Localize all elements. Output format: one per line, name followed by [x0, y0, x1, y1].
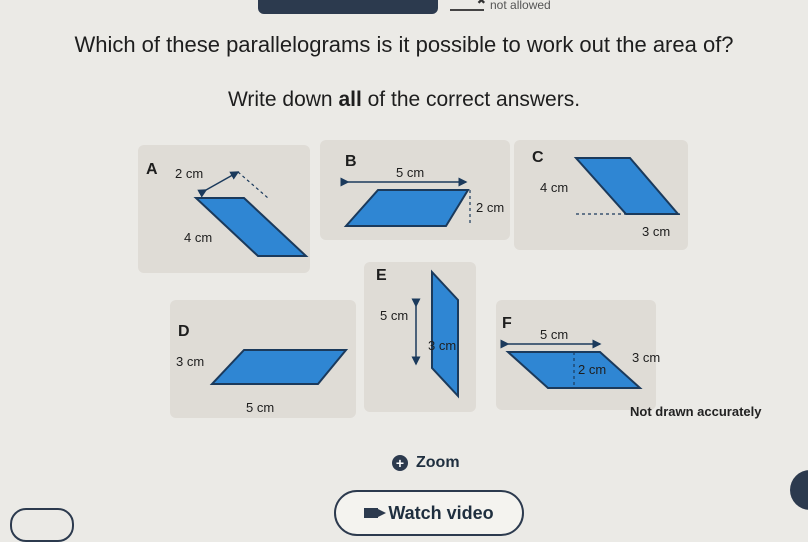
- dim-b-1: 5 cm: [396, 165, 424, 180]
- parallelogram-b[interactable]: B 5 cm 2 cm: [340, 153, 504, 227]
- dim-e-1: 5 cm: [380, 308, 408, 323]
- zoom-label: Zoom: [416, 454, 460, 471]
- shape-a: [193, 197, 309, 257]
- shape-c: [573, 157, 681, 215]
- parallelogram-a[interactable]: A 2 cm 4 cm: [146, 161, 309, 257]
- dim-d-1: 3 cm: [176, 354, 204, 369]
- parallelogram-e[interactable]: E 5 cm 3 cm: [376, 267, 459, 399]
- dim-e-2: 3 cm: [428, 338, 456, 353]
- dash-a: [237, 171, 269, 199]
- dim-b-2: 2 cm: [476, 200, 504, 215]
- label-c: C: [532, 149, 544, 166]
- watch-video-label: Watch video: [388, 502, 494, 523]
- zoom-button[interactable]: + Zoom: [392, 454, 460, 472]
- dim-c-2: 3 cm: [642, 224, 670, 239]
- parallelogram-f[interactable]: F 5 cm 2 cm 3 cm: [500, 315, 660, 389]
- label-b: B: [345, 153, 357, 170]
- shape-d: [209, 349, 349, 385]
- dim-f-2: 2 cm: [578, 362, 606, 377]
- shape-e: [431, 269, 459, 399]
- dim-c-1: 4 cm: [540, 180, 568, 195]
- dim-a-perp: [197, 171, 240, 198]
- parallelogram-d[interactable]: D 3 cm 5 cm: [176, 323, 349, 415]
- nav-left-button[interactable]: [10, 508, 74, 542]
- video-camera-icon: [364, 508, 387, 518]
- label-a: A: [146, 161, 158, 178]
- label-f: F: [502, 315, 512, 332]
- dim-d-2: 5 cm: [246, 400, 274, 415]
- zoom-icon: +: [392, 455, 408, 471]
- shape-b: [343, 189, 470, 227]
- parallelogram-c[interactable]: C 4 cm 3 cm: [532, 149, 681, 239]
- label-d: D: [178, 323, 190, 340]
- dim-f-3: 3 cm: [632, 350, 660, 365]
- dim-f-1: 5 cm: [540, 327, 568, 342]
- not-drawn-note: Not drawn accurately: [630, 404, 762, 419]
- watch-video-button[interactable]: Watch video: [334, 490, 524, 536]
- shapes-canvas: A 2 cm 4 cm B 5 cm 2 cm C 4 cm 3 cm D 3 …: [146, 149, 681, 415]
- dim-a-2: 4 cm: [184, 230, 212, 245]
- label-e: E: [376, 267, 387, 284]
- dim-a-1: 2 cm: [175, 166, 203, 181]
